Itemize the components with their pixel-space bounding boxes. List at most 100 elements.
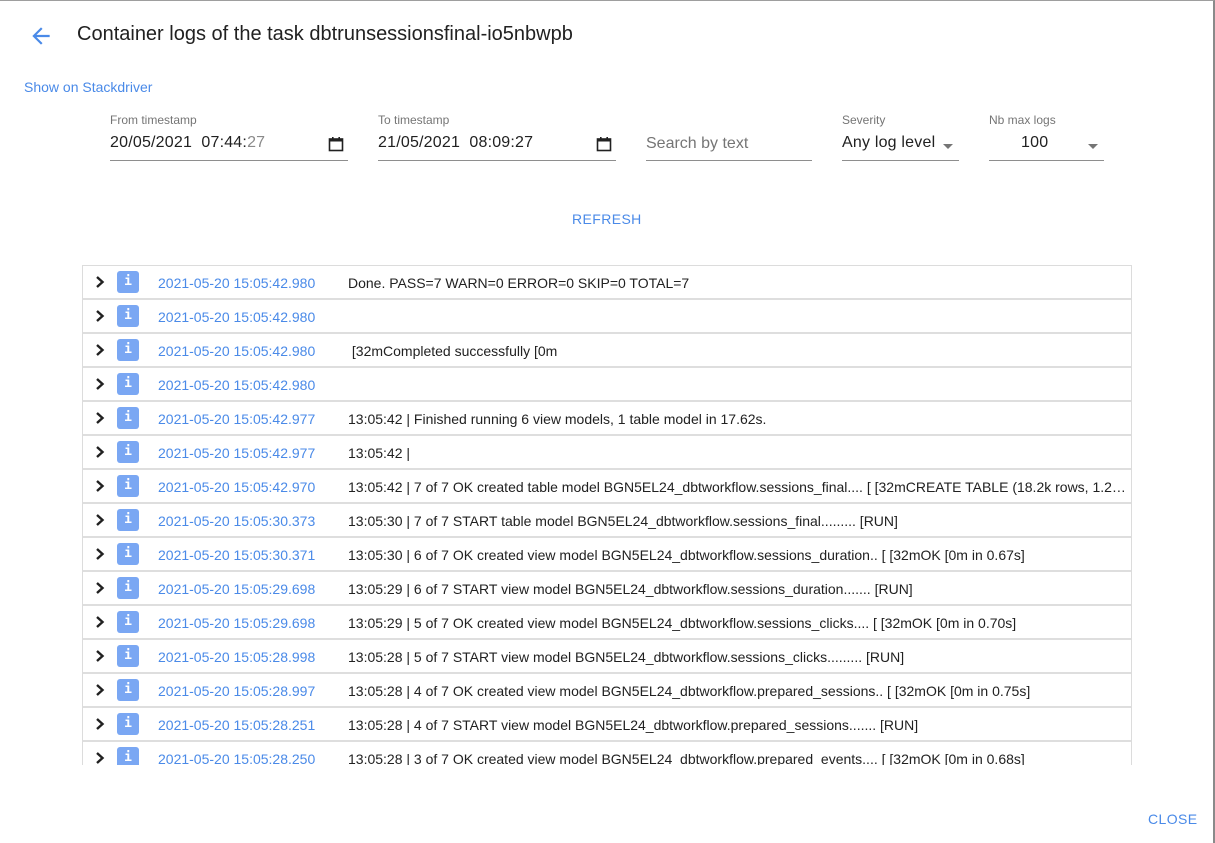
chevron-right-icon[interactable] <box>93 683 107 697</box>
log-message: 13:05:29 | 5 of 7 OK created view model … <box>348 615 1017 631</box>
log-row[interactable]: i 2021-05-20 15:05:30.373 13:05:30 | 7 of … <box>83 504 1131 538</box>
log-message: 13:05:30 | 6 of 7 OK created view model … <box>348 547 1025 563</box>
max-logs-select[interactable]: Nb max logs 100 <box>989 111 1104 161</box>
log-message: 13:05:28 | 5 of 7 START view model BGN5E… <box>348 649 905 665</box>
log-timestamp: 2021-05-20 15:05:42.970 <box>158 479 316 495</box>
log-row[interactable]: i 2021-05-20 15:05:29.698 13:05:29 | 6 of … <box>83 572 1131 606</box>
search-placeholder: Search by text <box>646 135 749 152</box>
chevron-right-icon[interactable] <box>93 751 107 765</box>
log-message: 13:05:30 | 7 of 7 START table model BGN5… <box>348 513 898 529</box>
chevron-right-icon[interactable] <box>93 377 107 391</box>
chevron-right-icon[interactable] <box>93 615 107 629</box>
info-severity-icon: i <box>117 679 139 701</box>
log-row[interactable]: i 2021-05-20 15:05:42.977 13:05:42 | <box>83 436 1131 470</box>
log-timestamp: 2021-05-20 15:05:30.373 <box>158 513 316 529</box>
max-logs-value: 100 <box>1021 134 1049 151</box>
log-list[interactable]: i 2021-05-20 15:05:42.980 Done. PASS=7 WAR… <box>82 265 1132 765</box>
info-severity-icon: i <box>117 611 139 633</box>
from-timestamp-value[interactable]: 20/05/2021 07:44:27 <box>110 134 265 152</box>
chevron-right-icon[interactable] <box>93 343 107 357</box>
from-timestamp-main: 20/05/2021 07:44: <box>110 134 248 151</box>
chevron-right-icon[interactable] <box>93 717 107 731</box>
log-timestamp: 2021-05-20 15:05:29.698 <box>158 581 316 597</box>
refresh-button[interactable]: REFRESH <box>572 211 642 227</box>
to-timestamp-value[interactable]: 21/05/2021 08:09:27 <box>378 134 533 152</box>
calendar-icon[interactable] <box>328 136 344 152</box>
max-logs-label: Nb max logs <box>989 113 1056 127</box>
severity-select[interactable]: Severity Any log level <box>842 111 959 161</box>
log-timestamp: 2021-05-20 15:05:29.698 <box>158 615 316 631</box>
info-severity-icon: i <box>117 271 139 293</box>
chevron-right-icon[interactable] <box>93 479 107 493</box>
info-severity-icon: i <box>117 373 139 395</box>
to-timestamp-label: To timestamp <box>378 113 450 127</box>
log-message: 13:05:29 | 6 of 7 START view model BGN5E… <box>348 581 913 597</box>
from-timestamp-field[interactable]: From timestamp 20/05/2021 07:44:27 <box>110 111 348 161</box>
log-timestamp: 2021-05-20 15:05:42.980 <box>158 343 316 359</box>
arrow-back-icon <box>32 27 50 45</box>
log-message: 13:05:42 | Finished running 6 view model… <box>348 411 767 427</box>
info-severity-icon: i <box>117 543 139 565</box>
log-row[interactable]: i 2021-05-20 15:05:29.698 13:05:29 | 5 of … <box>83 606 1131 640</box>
from-timestamp-seconds: 27 <box>247 134 266 151</box>
info-severity-icon: i <box>117 407 139 429</box>
log-row[interactable]: i 2021-05-20 15:05:30.371 13:05:30 | 6 of … <box>83 538 1131 572</box>
calendar-icon[interactable] <box>596 136 612 152</box>
log-row[interactable]: i 2021-05-20 15:05:42.977 13:05:42 | Finis… <box>83 402 1131 436</box>
chevron-right-icon[interactable] <box>93 309 107 323</box>
close-button[interactable]: CLOSE <box>1148 811 1197 827</box>
severity-label: Severity <box>842 113 886 127</box>
log-message: 13:05:28 | 4 of 7 OK created view model … <box>348 683 1031 699</box>
log-timestamp: 2021-05-20 15:05:42.980 <box>158 309 316 325</box>
log-row[interactable]: i 2021-05-20 15:05:42.980 Done. PASS=7 WAR… <box>83 266 1131 300</box>
info-severity-icon: i <box>117 747 139 765</box>
log-row[interactable]: i 2021-05-20 15:05:42.970 13:05:42 | 7 of … <box>83 470 1131 504</box>
log-timestamp: 2021-05-20 15:05:42.980 <box>158 275 316 291</box>
log-timestamp: 2021-05-20 15:05:42.980 <box>158 377 316 393</box>
log-timestamp: 2021-05-20 15:05:28.998 <box>158 649 316 665</box>
back-button[interactable] <box>26 21 56 51</box>
chevron-right-icon[interactable] <box>93 649 107 663</box>
container-logs-dialog: Container logs of the task dbtrunsession… <box>0 0 1215 843</box>
dropdown-caret-icon <box>1088 144 1098 149</box>
chevron-right-icon[interactable] <box>93 445 107 459</box>
info-severity-icon: i <box>117 713 139 735</box>
log-message: 13:05:28 | 4 of 7 START view model BGN5E… <box>348 717 919 733</box>
log-message: [32mCompleted successfully [0m <box>348 343 558 359</box>
to-timestamp-field[interactable]: To timestamp 21/05/2021 08:09:27 <box>378 111 616 161</box>
log-row[interactable]: i 2021-05-20 15:05:28.998 13:05:28 | 5 of … <box>83 640 1131 674</box>
log-timestamp: 2021-05-20 15:05:28.997 <box>158 683 316 699</box>
log-row[interactable]: i 2021-05-20 15:05:42.980 <box>83 368 1131 402</box>
log-timestamp: 2021-05-20 15:05:30.371 <box>158 547 316 563</box>
log-row[interactable]: i 2021-05-20 15:05:28.251 13:05:28 | 4 of … <box>83 708 1131 742</box>
info-severity-icon: i <box>117 645 139 667</box>
log-message: 13:05:28 | 3 of 7 OK created view model … <box>348 751 1025 765</box>
from-timestamp-label: From timestamp <box>110 113 197 127</box>
info-severity-icon: i <box>117 339 139 361</box>
log-message: Done. PASS=7 WARN=0 ERROR=0 SKIP=0 TOTAL… <box>348 275 690 291</box>
log-timestamp: 2021-05-20 15:05:28.251 <box>158 717 316 733</box>
chevron-right-icon[interactable] <box>93 513 107 527</box>
log-row[interactable]: i 2021-05-20 15:05:28.997 13:05:28 | 4 of … <box>83 674 1131 708</box>
info-severity-icon: i <box>117 475 139 497</box>
filters-bar: From timestamp 20/05/2021 07:44:27 To ti… <box>0 111 1213 163</box>
info-severity-icon: i <box>117 577 139 599</box>
dialog-title: Container logs of the task dbtrunsession… <box>77 23 573 45</box>
log-row[interactable]: i 2021-05-20 15:05:42.980 <box>83 300 1131 334</box>
severity-value: Any log level <box>842 134 936 151</box>
chevron-right-icon[interactable] <box>93 275 107 289</box>
log-row[interactable]: i 2021-05-20 15:05:28.250 13:05:28 | 3 of … <box>83 742 1131 765</box>
chevron-right-icon[interactable] <box>93 581 107 595</box>
log-timestamp: 2021-05-20 15:05:42.977 <box>158 445 316 461</box>
log-timestamp: 2021-05-20 15:05:42.977 <box>158 411 316 427</box>
log-timestamp: 2021-05-20 15:05:28.250 <box>158 751 316 765</box>
log-row[interactable]: i 2021-05-20 15:05:42.980 [32mCompleted s… <box>83 334 1131 368</box>
show-on-stackdriver-link[interactable]: Show on Stackdriver <box>24 79 152 95</box>
chevron-right-icon[interactable] <box>93 411 107 425</box>
search-by-text-input[interactable]: Search by text <box>646 111 812 161</box>
log-message: 13:05:42 | <box>348 445 411 461</box>
info-severity-icon: i <box>117 441 139 463</box>
log-message: 13:05:42 | 7 of 7 OK created table model… <box>348 479 1128 495</box>
info-severity-icon: i <box>117 305 139 327</box>
chevron-right-icon[interactable] <box>93 547 107 561</box>
